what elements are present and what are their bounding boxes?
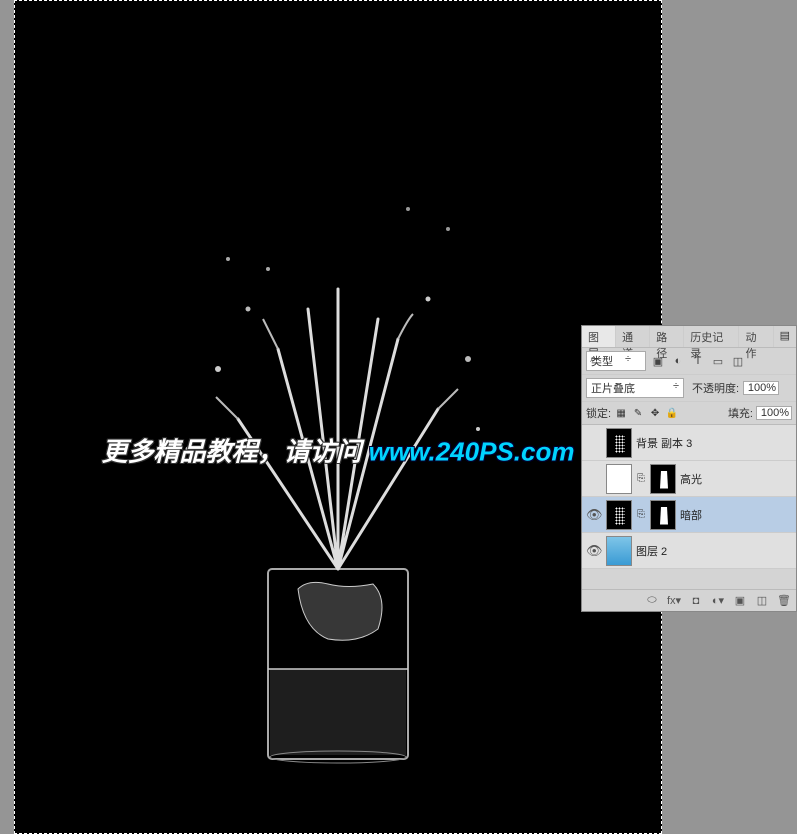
add-mask-icon[interactable]: ◘: [688, 593, 704, 609]
layer-name[interactable]: 图层 2: [636, 543, 667, 559]
filter-row: 类型 ÷ ▣ ◐ T ▭ ◫: [582, 348, 796, 375]
canvas-image: 更多精品教程，请访问 www.240PS.com: [15, 1, 661, 833]
layer-thumbnail[interactable]: [606, 428, 632, 458]
layer-name[interactable]: 高光: [680, 471, 702, 487]
layer-thumbnail[interactable]: [606, 464, 632, 494]
layer-mask-thumbnail[interactable]: [650, 500, 676, 530]
opacity-label: 不透明度:: [692, 380, 739, 396]
blend-row: 正片叠底÷ 不透明度: 100%: [582, 375, 796, 402]
lock-all-icon[interactable]: 🔒: [665, 406, 679, 420]
tab-channels[interactable]: 通道: [616, 326, 650, 347]
opacity-input[interactable]: 100%: [743, 381, 779, 395]
link-layers-icon[interactable]: ⬭: [644, 593, 660, 609]
layer-list-empty: [582, 569, 796, 589]
filter-text-icon[interactable]: T: [690, 353, 706, 369]
layer-row[interactable]: 👁 ⎘ 暗部: [582, 497, 796, 533]
layers-panel: 图层 通道 路径 历史记录 动作 ▤ 类型 ÷ ▣ ◐ T ▭ ◫ 正片叠底÷ …: [581, 325, 797, 612]
layer-thumbnail[interactable]: [606, 500, 632, 530]
watermark-text-1: 更多精品教程，请访问: [102, 437, 362, 467]
fx-icon[interactable]: fx▾: [666, 593, 682, 609]
canvas-area[interactable]: 更多精品教程，请访问 www.240PS.com: [14, 0, 662, 834]
filter-smart-icon[interactable]: ◫: [730, 353, 746, 369]
lock-position-icon[interactable]: ✥: [648, 406, 662, 420]
group-icon[interactable]: ▣: [732, 593, 748, 609]
adjustment-layer-icon[interactable]: ◐▾: [710, 593, 726, 609]
watermark: 更多精品教程，请访问 www.240PS.com: [102, 432, 575, 469]
filter-adjust-icon[interactable]: ◐: [670, 353, 686, 369]
lock-pixels-icon[interactable]: ✎: [631, 406, 645, 420]
lock-label: 锁定:: [586, 405, 611, 421]
layer-name[interactable]: 背景 副本 3: [636, 435, 692, 451]
visibility-toggle[interactable]: 👁: [586, 543, 602, 559]
fill-input[interactable]: 100%: [756, 406, 792, 420]
layer-row[interactable]: 👁 图层 2: [582, 533, 796, 569]
layer-row[interactable]: 背景 副本 3: [582, 425, 796, 461]
layer-name[interactable]: 暗部: [680, 507, 702, 523]
layer-mask-thumbnail[interactable]: [650, 464, 676, 494]
filter-shape-icon[interactable]: ▭: [710, 353, 726, 369]
splash-glass-image: [128, 169, 548, 789]
tab-layers[interactable]: 图层: [582, 326, 616, 347]
tab-actions[interactable]: 动作: [739, 326, 773, 347]
mask-link-icon[interactable]: ⎘: [636, 473, 646, 484]
panel-menu-icon[interactable]: ▤: [774, 326, 796, 347]
lock-transparent-icon[interactable]: ▦: [614, 406, 628, 420]
tab-history[interactable]: 历史记录: [684, 326, 739, 347]
layers-list: 背景 副本 3 ⎘ 高光 👁 ⎘ 暗部 👁 图层 2: [582, 425, 796, 589]
filter-image-icon[interactable]: ▣: [650, 353, 666, 369]
panel-tabs: 图层 通道 路径 历史记录 动作 ▤: [582, 326, 796, 348]
fill-label: 填充:: [728, 405, 753, 421]
panel-footer: ⬭ fx▾ ◘ ◐▾ ▣ ◫ 🗑: [582, 589, 796, 611]
mask-link-icon[interactable]: ⎘: [636, 509, 646, 520]
visibility-toggle[interactable]: 👁: [586, 507, 602, 523]
type-filter-select[interactable]: 类型 ÷: [586, 351, 646, 371]
tab-paths[interactable]: 路径: [650, 326, 684, 347]
lock-row: 锁定: ▦ ✎ ✥ 🔒 填充: 100%: [582, 402, 796, 425]
new-layer-icon[interactable]: ◫: [754, 593, 770, 609]
delete-layer-icon[interactable]: 🗑: [776, 593, 792, 609]
layer-thumbnail[interactable]: [606, 536, 632, 566]
blend-mode-select[interactable]: 正片叠底÷: [586, 378, 684, 398]
layer-row[interactable]: ⎘ 高光: [582, 461, 796, 497]
watermark-text-2: www.240PS.com: [369, 437, 575, 467]
